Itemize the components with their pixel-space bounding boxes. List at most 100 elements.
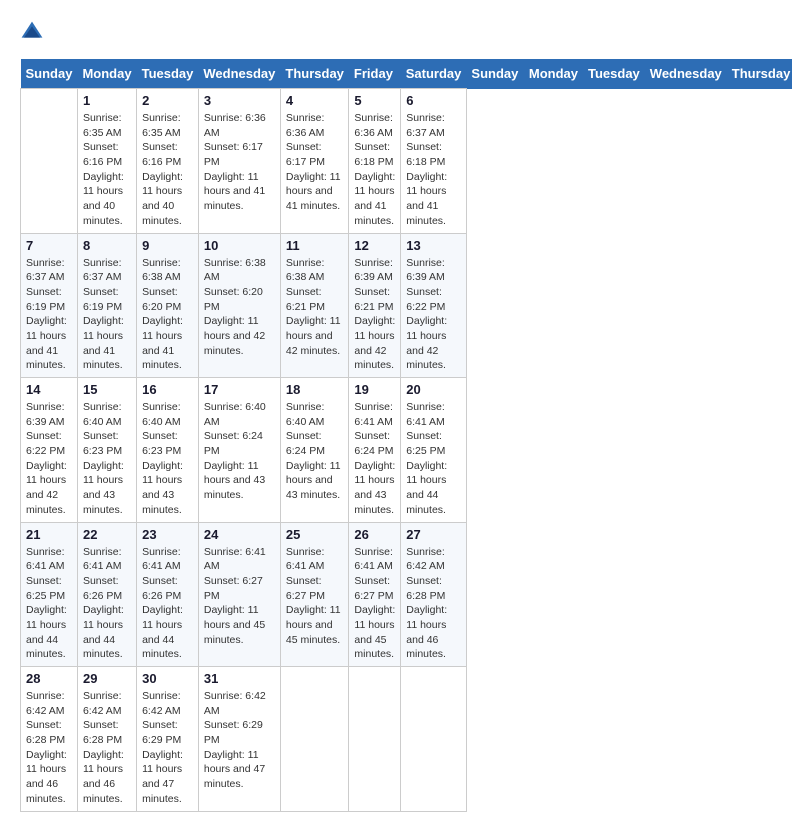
logo: [20, 20, 48, 44]
day-cell: 28Sunrise: 6:42 AMSunset: 6:28 PMDayligh…: [21, 667, 78, 812]
day-number: 1: [83, 93, 131, 108]
day-cell: 18 Sunrise: 6:40 AMSunset: 6:24 PMDayligh…: [280, 378, 349, 523]
day-number: 15: [83, 382, 131, 397]
day-number: 22: [83, 527, 131, 542]
day-info: Sunrise: 6:40 AMSunset: 6:23 PMDaylight:…: [83, 400, 131, 518]
day-cell: [280, 667, 349, 812]
day-info: Sunrise: 6:41 AMSunset: 6:25 PMDaylight:…: [26, 545, 72, 663]
day-cell: 16Sunrise: 6:40 AMSunset: 6:23 PMDayligh…: [137, 378, 199, 523]
day-number: 30: [142, 671, 193, 686]
day-info: Sunrise: 6:35 AMSunset: 6:16 PMDaylight:…: [142, 111, 193, 229]
day-cell: [401, 667, 467, 812]
col-header-thursday: Thursday: [727, 59, 792, 89]
day-number: 23: [142, 527, 193, 542]
day-info: Sunrise: 6:42 AMSunset: 6:28 PMDaylight:…: [26, 689, 72, 807]
day-number: 14: [26, 382, 72, 397]
day-info: Sunrise: 6:41 AMSunset: 6:26 PMDaylight:…: [142, 545, 193, 663]
day-number: 16: [142, 382, 193, 397]
day-number: 20: [406, 382, 461, 397]
day-info: Sunrise: 6:39 AMSunset: 6:21 PMDaylight:…: [354, 256, 395, 374]
day-info: Sunrise: 6:36 AMSunset: 6:17 PMDaylight:…: [204, 111, 275, 214]
day-cell: 24Sunrise: 6:41 AMSunset: 6:27 PMDayligh…: [198, 522, 280, 667]
day-info: Sunrise: 6:38 AMSunset: 6:21 PMDaylight:…: [286, 256, 344, 359]
day-cell: 29Sunrise: 6:42 AMSunset: 6:28 PMDayligh…: [77, 667, 136, 812]
col-header-sunday: Sunday: [466, 59, 523, 89]
day-info: Sunrise: 6:39 AMSunset: 6:22 PMDaylight:…: [406, 256, 461, 374]
day-number: 5: [354, 93, 395, 108]
day-cell: 7Sunrise: 6:37 AMSunset: 6:19 PMDaylight…: [21, 233, 78, 378]
page-header: [20, 20, 772, 44]
col-header-monday: Monday: [524, 59, 583, 89]
day-info: Sunrise: 6:41 AMSunset: 6:26 PMDaylight:…: [83, 545, 131, 663]
week-row-5: 28Sunrise: 6:42 AMSunset: 6:28 PMDayligh…: [21, 667, 792, 812]
day-info: Sunrise: 6:38 AMSunset: 6:20 PMDaylight:…: [204, 256, 275, 359]
day-cell: 30 Sunrise: 6:42 AMSunset: 6:29 PMDayligh…: [137, 667, 199, 812]
day-number: 27: [406, 527, 461, 542]
day-number: 10: [204, 238, 275, 253]
day-cell: 31 Sunrise: 6:42 AMSunset: 6:29 PMDayligh…: [198, 667, 280, 812]
day-info: Sunrise: 6:37 AMSunset: 6:19 PMDaylight:…: [83, 256, 131, 374]
day-info: Sunrise: 6:37 AMSunset: 6:19 PMDaylight:…: [26, 256, 72, 374]
day-cell: 26 Sunrise: 6:41 AMSunset: 6:27 PMDayligh…: [349, 522, 401, 667]
week-row-4: 21Sunrise: 6:41 AMSunset: 6:25 PMDayligh…: [21, 522, 792, 667]
day-info: Sunrise: 6:40 AMSunset: 6:24 PMDaylight:…: [286, 400, 344, 503]
day-cell: 23 Sunrise: 6:41 AMSunset: 6:26 PMDayligh…: [137, 522, 199, 667]
day-cell: [21, 89, 78, 234]
day-info: Sunrise: 6:38 AMSunset: 6:20 PMDaylight:…: [142, 256, 193, 374]
day-number: 19: [354, 382, 395, 397]
day-number: 12: [354, 238, 395, 253]
day-cell: [349, 667, 401, 812]
day-number: 9: [142, 238, 193, 253]
col-header-tuesday: Tuesday: [583, 59, 645, 89]
col-header-wednesday: Wednesday: [198, 59, 280, 89]
day-cell: 8 Sunrise: 6:37 AMSunset: 6:19 PMDaylight…: [77, 233, 136, 378]
day-info: Sunrise: 6:42 AMSunset: 6:29 PMDaylight:…: [142, 689, 193, 807]
day-cell: 15 Sunrise: 6:40 AMSunset: 6:23 PMDayligh…: [77, 378, 136, 523]
day-number: 29: [83, 671, 131, 686]
day-number: 13: [406, 238, 461, 253]
day-number: 6: [406, 93, 461, 108]
day-info: Sunrise: 6:41 AMSunset: 6:27 PMDaylight:…: [286, 545, 344, 648]
week-row-3: 14 Sunrise: 6:39 AMSunset: 6:22 PMDayligh…: [21, 378, 792, 523]
day-info: Sunrise: 6:41 AMSunset: 6:27 PMDaylight:…: [354, 545, 395, 663]
day-cell: 25Sunrise: 6:41 AMSunset: 6:27 PMDayligh…: [280, 522, 349, 667]
day-cell: 22 Sunrise: 6:41 AMSunset: 6:26 PMDayligh…: [77, 522, 136, 667]
day-cell: 14 Sunrise: 6:39 AMSunset: 6:22 PMDayligh…: [21, 378, 78, 523]
day-info: Sunrise: 6:41 AMSunset: 6:27 PMDaylight:…: [204, 545, 275, 648]
day-cell: 19 Sunrise: 6:41 AMSunset: 6:24 PMDayligh…: [349, 378, 401, 523]
col-header-wednesday: Wednesday: [645, 59, 727, 89]
day-info: Sunrise: 6:42 AMSunset: 6:29 PMDaylight:…: [204, 689, 275, 792]
day-info: Sunrise: 6:41 AMSunset: 6:24 PMDaylight:…: [354, 400, 395, 518]
col-header-monday: Monday: [77, 59, 136, 89]
day-number: 17: [204, 382, 275, 397]
day-number: 8: [83, 238, 131, 253]
day-number: 26: [354, 527, 395, 542]
day-cell: 12 Sunrise: 6:39 AMSunset: 6:21 PMDayligh…: [349, 233, 401, 378]
day-cell: 21Sunrise: 6:41 AMSunset: 6:25 PMDayligh…: [21, 522, 78, 667]
day-info: Sunrise: 6:39 AMSunset: 6:22 PMDaylight:…: [26, 400, 72, 518]
day-cell: 27Sunrise: 6:42 AMSunset: 6:28 PMDayligh…: [401, 522, 467, 667]
day-info: Sunrise: 6:36 AMSunset: 6:17 PMDaylight:…: [286, 111, 344, 214]
day-info: Sunrise: 6:40 AMSunset: 6:24 PMDaylight:…: [204, 400, 275, 503]
day-info: Sunrise: 6:36 AMSunset: 6:18 PMDaylight:…: [354, 111, 395, 229]
day-cell: 10 Sunrise: 6:38 AMSunset: 6:20 PMDayligh…: [198, 233, 280, 378]
day-info: Sunrise: 6:35 AMSunset: 6:16 PMDaylight:…: [83, 111, 131, 229]
day-cell: 9 Sunrise: 6:38 AMSunset: 6:20 PMDaylight…: [137, 233, 199, 378]
day-number: 11: [286, 238, 344, 253]
day-number: 18: [286, 382, 344, 397]
day-number: 3: [204, 93, 275, 108]
day-number: 4: [286, 93, 344, 108]
col-header-thursday: Thursday: [280, 59, 349, 89]
day-number: 2: [142, 93, 193, 108]
week-row-2: 7Sunrise: 6:37 AMSunset: 6:19 PMDaylight…: [21, 233, 792, 378]
col-header-friday: Friday: [349, 59, 401, 89]
week-row-1: 1 Sunrise: 6:35 AMSunset: 6:16 PMDaylight…: [21, 89, 792, 234]
day-number: 31: [204, 671, 275, 686]
header-row: SundayMondayTuesdayWednesdayThursdayFrid…: [21, 59, 792, 89]
logo-icon: [20, 20, 44, 44]
col-header-saturday: Saturday: [401, 59, 467, 89]
day-info: Sunrise: 6:37 AMSunset: 6:18 PMDaylight:…: [406, 111, 461, 229]
col-header-tuesday: Tuesday: [137, 59, 199, 89]
day-cell: 2 Sunrise: 6:35 AMSunset: 6:16 PMDaylight…: [137, 89, 199, 234]
day-cell: 3 Sunrise: 6:36 AMSunset: 6:17 PMDaylight…: [198, 89, 280, 234]
